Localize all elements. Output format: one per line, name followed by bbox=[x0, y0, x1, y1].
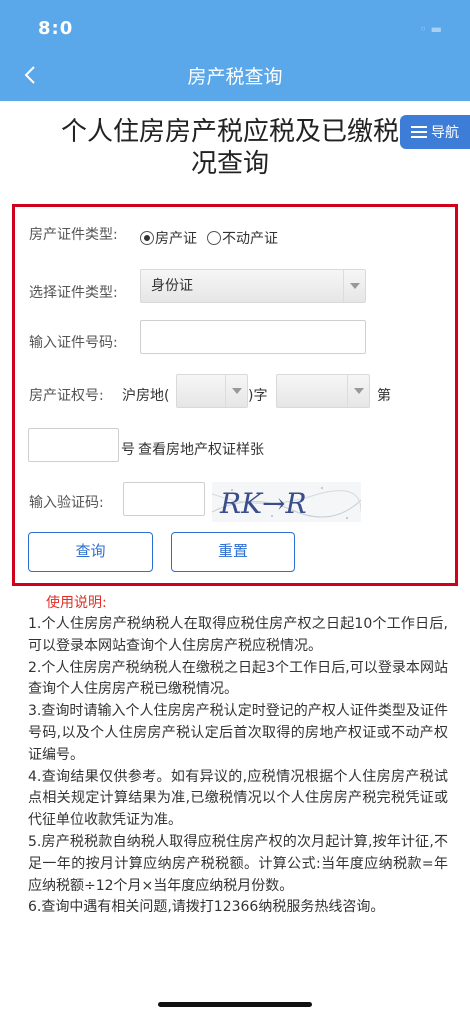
list-item: 4.查询结果仅供参考。如有异议的,应税情况根据个人住房房产税试点相关规定计算结果… bbox=[28, 768, 448, 829]
dropdown-arrow-icon bbox=[347, 375, 369, 407]
home-indicator bbox=[158, 1002, 312, 1007]
captcha-image[interactable]: RK→R bbox=[212, 482, 361, 522]
radio-property-cert-label: 房产证 bbox=[155, 231, 197, 247]
sample-link[interactable]: 查看房地产权证样张 bbox=[138, 439, 264, 459]
radio-realestate-cert[interactable]: 不动产证 bbox=[207, 228, 278, 248]
reset-button[interactable]: 重置 bbox=[171, 532, 295, 572]
page-title-line2: 况查询 bbox=[190, 149, 269, 179]
nav-title: 房产税查询 bbox=[187, 66, 283, 88]
guide-label: 导航 bbox=[431, 125, 459, 141]
radio-unchecked-icon bbox=[207, 231, 221, 245]
prefix-text: 沪房地( bbox=[122, 388, 170, 404]
radio-property-cert[interactable]: 房产证 bbox=[140, 228, 197, 248]
status-time: 8:0 bbox=[38, 18, 74, 39]
page-title: 个人住房房产税应税及已缴税 况查询 bbox=[20, 116, 440, 180]
id-type-label: 选择证件类型: bbox=[29, 285, 118, 301]
list-item: 3.查询时请输入个人住房房产税认定时登记的产权人证件类型及证件号码,以及个人住房… bbox=[28, 703, 448, 763]
district-select[interactable] bbox=[176, 374, 248, 408]
instructions-title: 使用说明: bbox=[46, 595, 107, 611]
menu-icon bbox=[411, 126, 427, 138]
dropdown-arrow-icon bbox=[343, 270, 365, 302]
list-item: 2.个人住房房产税纳税人在缴税之日起3个工作日后,可以登录本网站查询个人住房房产… bbox=[28, 659, 448, 698]
page-title-line1: 个人住房房产税应税及已缴税 bbox=[60, 117, 399, 147]
cert-type-label: 房产证件类型: bbox=[29, 227, 118, 243]
list-item: 6.查询中遇有相关问题,请拨打12366纳税服务热线咨询。 bbox=[28, 899, 385, 916]
id-type-value: 身份证 bbox=[151, 278, 193, 294]
query-button[interactable]: 查询 bbox=[28, 532, 153, 572]
captcha-text: RK→R bbox=[219, 487, 307, 520]
property-no-label: 房产证权号: bbox=[29, 388, 104, 404]
radio-realestate-cert-label: 不动产证 bbox=[222, 231, 278, 247]
list-item: 1.个人住房房产税纳税人在取得应税住房产权之日起10个工作日后,可以登录本网站查… bbox=[28, 616, 448, 654]
status-icons: ◦ ▬ bbox=[419, 22, 442, 36]
radio-checked-icon bbox=[140, 231, 154, 245]
year-select[interactable] bbox=[276, 374, 370, 408]
app-header: 8:0 ◦ ▬ 房产税查询 bbox=[0, 0, 470, 101]
captcha-label: 输入验证码: bbox=[29, 495, 104, 511]
captcha-input[interactable] bbox=[123, 482, 205, 516]
instructions-list: 1.个人住房房产税纳税人在取得应税住房产权之日起10个工作日后,可以登录本网站查… bbox=[28, 614, 448, 919]
hao-text: 号 bbox=[121, 442, 135, 458]
id-type-select[interactable]: 身份证 bbox=[140, 269, 366, 303]
id-number-label: 输入证件号码: bbox=[29, 335, 118, 351]
di-text: 第 bbox=[377, 388, 391, 404]
property-number-input[interactable] bbox=[28, 428, 119, 462]
list-item: 5.房产税税款自纳税人取得应税住房产权的次月起计算,按年计征,不足一年的按月计算… bbox=[28, 833, 448, 894]
dropdown-arrow-icon bbox=[225, 375, 247, 407]
guide-button[interactable]: 导航 bbox=[400, 115, 470, 149]
zi-text: )字 bbox=[248, 388, 268, 404]
id-number-input[interactable] bbox=[140, 320, 366, 354]
